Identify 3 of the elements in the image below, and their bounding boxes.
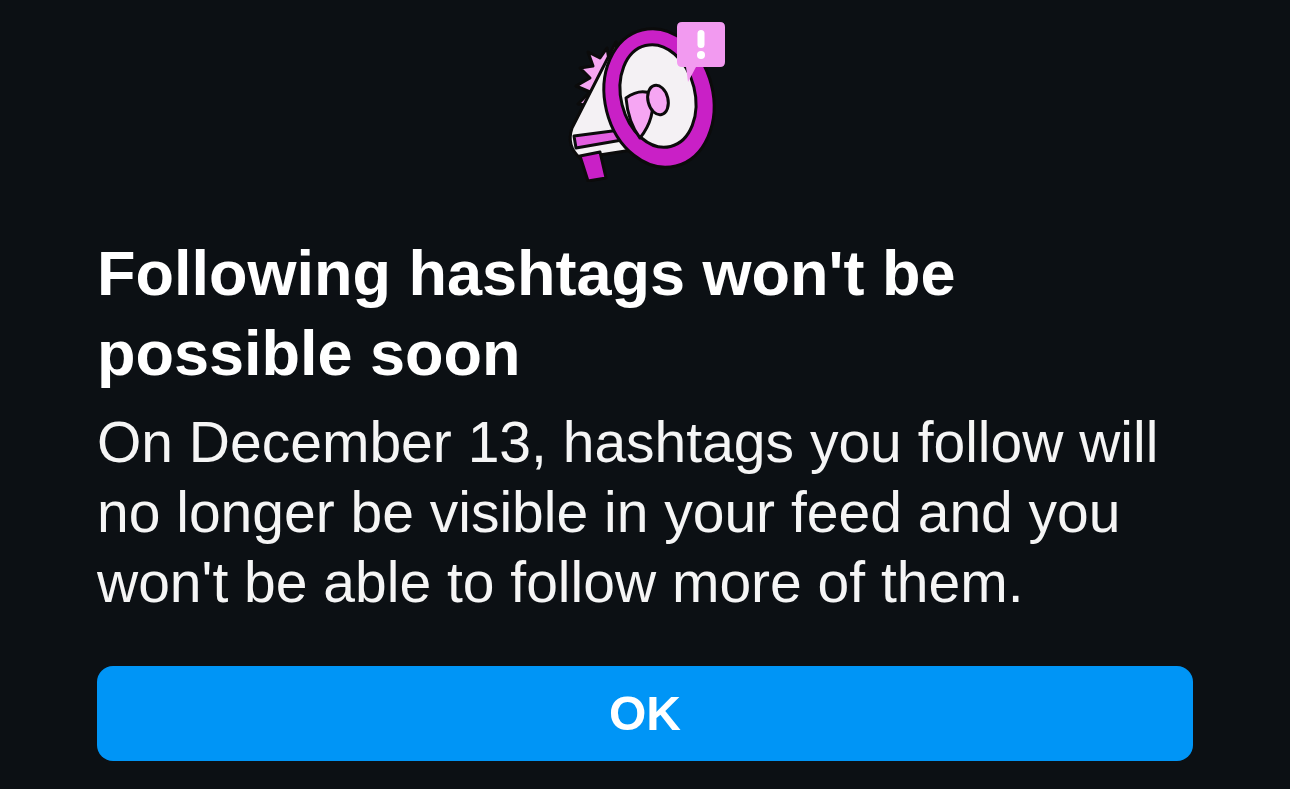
- dialog-title: Following hashtags won't be possible soon: [97, 237, 957, 390]
- ok-button[interactable]: OK: [97, 666, 1193, 761]
- dialog-message: On December 13, hashtags you follow will no longer be visible in your feed and you won't be able to follow more of them.: [97, 409, 1160, 616]
